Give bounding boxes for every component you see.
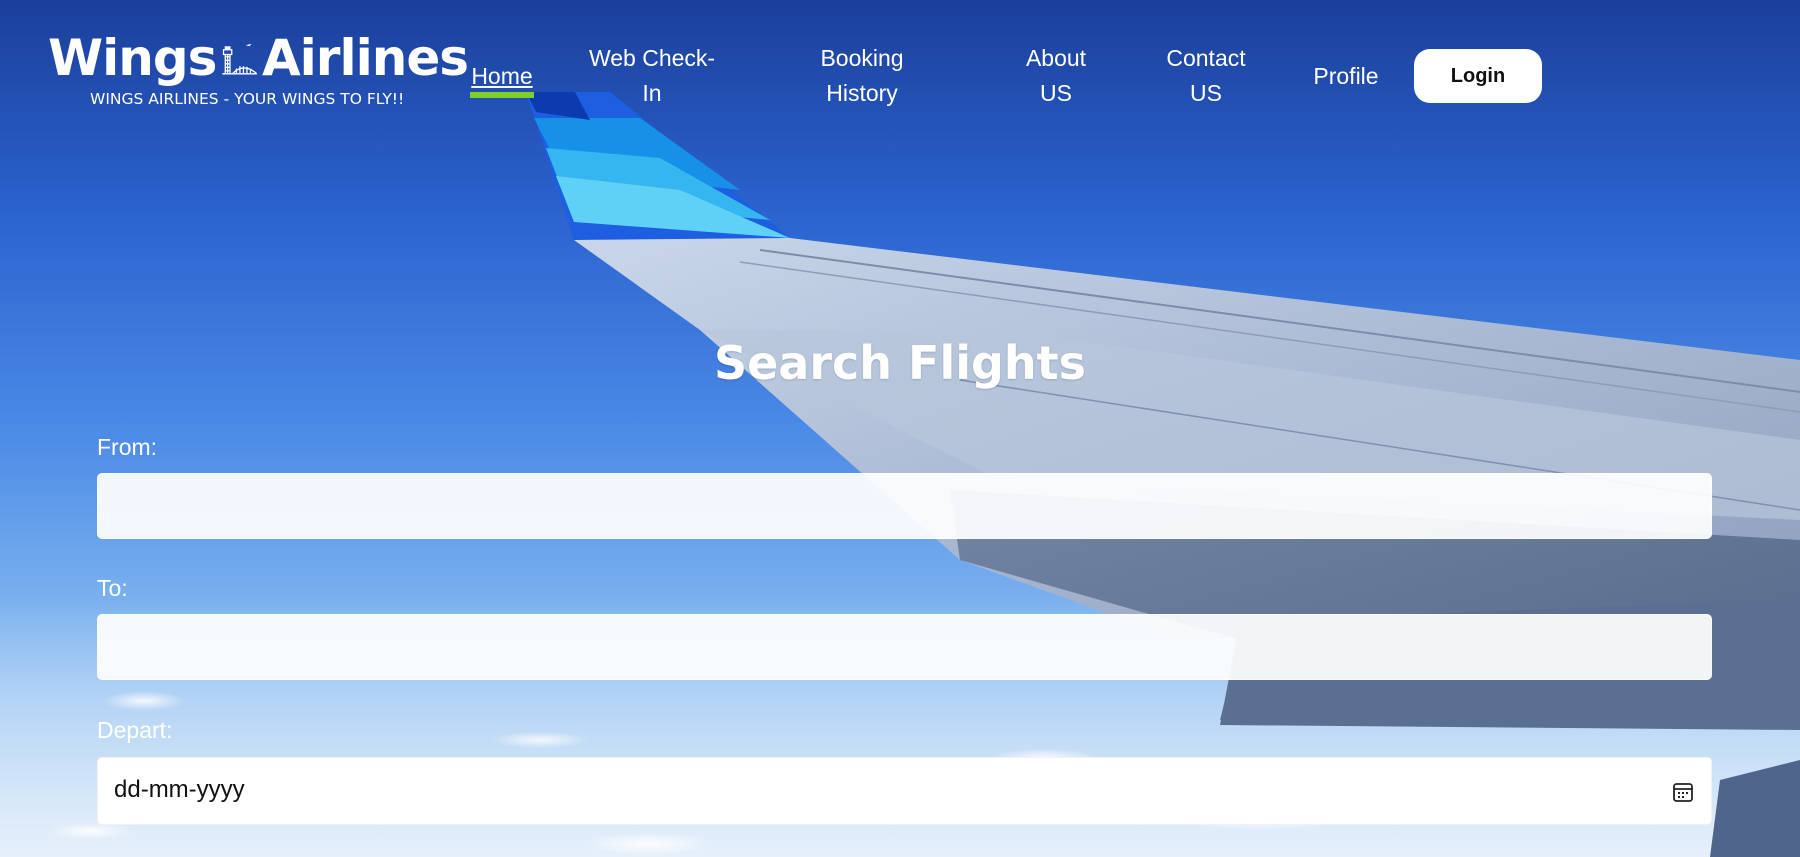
depart-label: Depart:	[97, 717, 173, 743]
calendar-icon[interactable]	[1671, 780, 1695, 804]
nav-contact-us-line1: Contact	[1166, 45, 1246, 71]
nav-booking-history-line1: Booking	[820, 45, 904, 71]
from-input[interactable]	[97, 473, 1712, 539]
login-button[interactable]: Login	[1414, 49, 1542, 103]
nav-booking-history-line2: History	[826, 80, 898, 106]
control-tower-icon	[222, 43, 258, 75]
nav-booking-history[interactable]: Booking History	[802, 41, 922, 111]
brand-name-part1: Wings	[48, 29, 217, 87]
main-nav: Home Web Check- In Booking History About…	[470, 44, 1542, 108]
nav-about-us-line1: About	[1025, 45, 1087, 71]
nav-contact-us[interactable]: Contact US	[1158, 41, 1254, 111]
depart-date-placeholder: dd-mm-yyyy	[114, 776, 245, 803]
nav-web-check-in-line2: In	[642, 80, 662, 106]
nav-about-us[interactable]: About US	[1016, 41, 1096, 111]
nav-profile[interactable]: Profile	[1306, 59, 1386, 94]
from-label: From:	[97, 434, 158, 460]
brand-name: Wings Airlines	[48, 28, 469, 88]
nav-web-check-in-line1: Web Check-	[588, 45, 716, 71]
search-flights-title: Search Flights	[713, 336, 1087, 390]
to-label: To:	[97, 575, 128, 601]
nav-home[interactable]: Home	[470, 59, 534, 98]
nav-about-us-line2: US	[1040, 80, 1072, 106]
nav-web-check-in[interactable]: Web Check- In	[578, 41, 726, 111]
to-input[interactable]	[97, 614, 1712, 680]
depart-date-input[interactable]: dd-mm-yyyy	[97, 757, 1712, 825]
brand-tagline: WINGS AIRLINES - YOUR WINGS TO FLY!!	[90, 90, 405, 108]
brand-logo[interactable]: Wings Airlines WINGS AIRLINES - YOUR WIN…	[48, 28, 469, 108]
nav-contact-us-line2: US	[1190, 80, 1222, 106]
brand-name-part2: Airlines	[261, 29, 469, 87]
